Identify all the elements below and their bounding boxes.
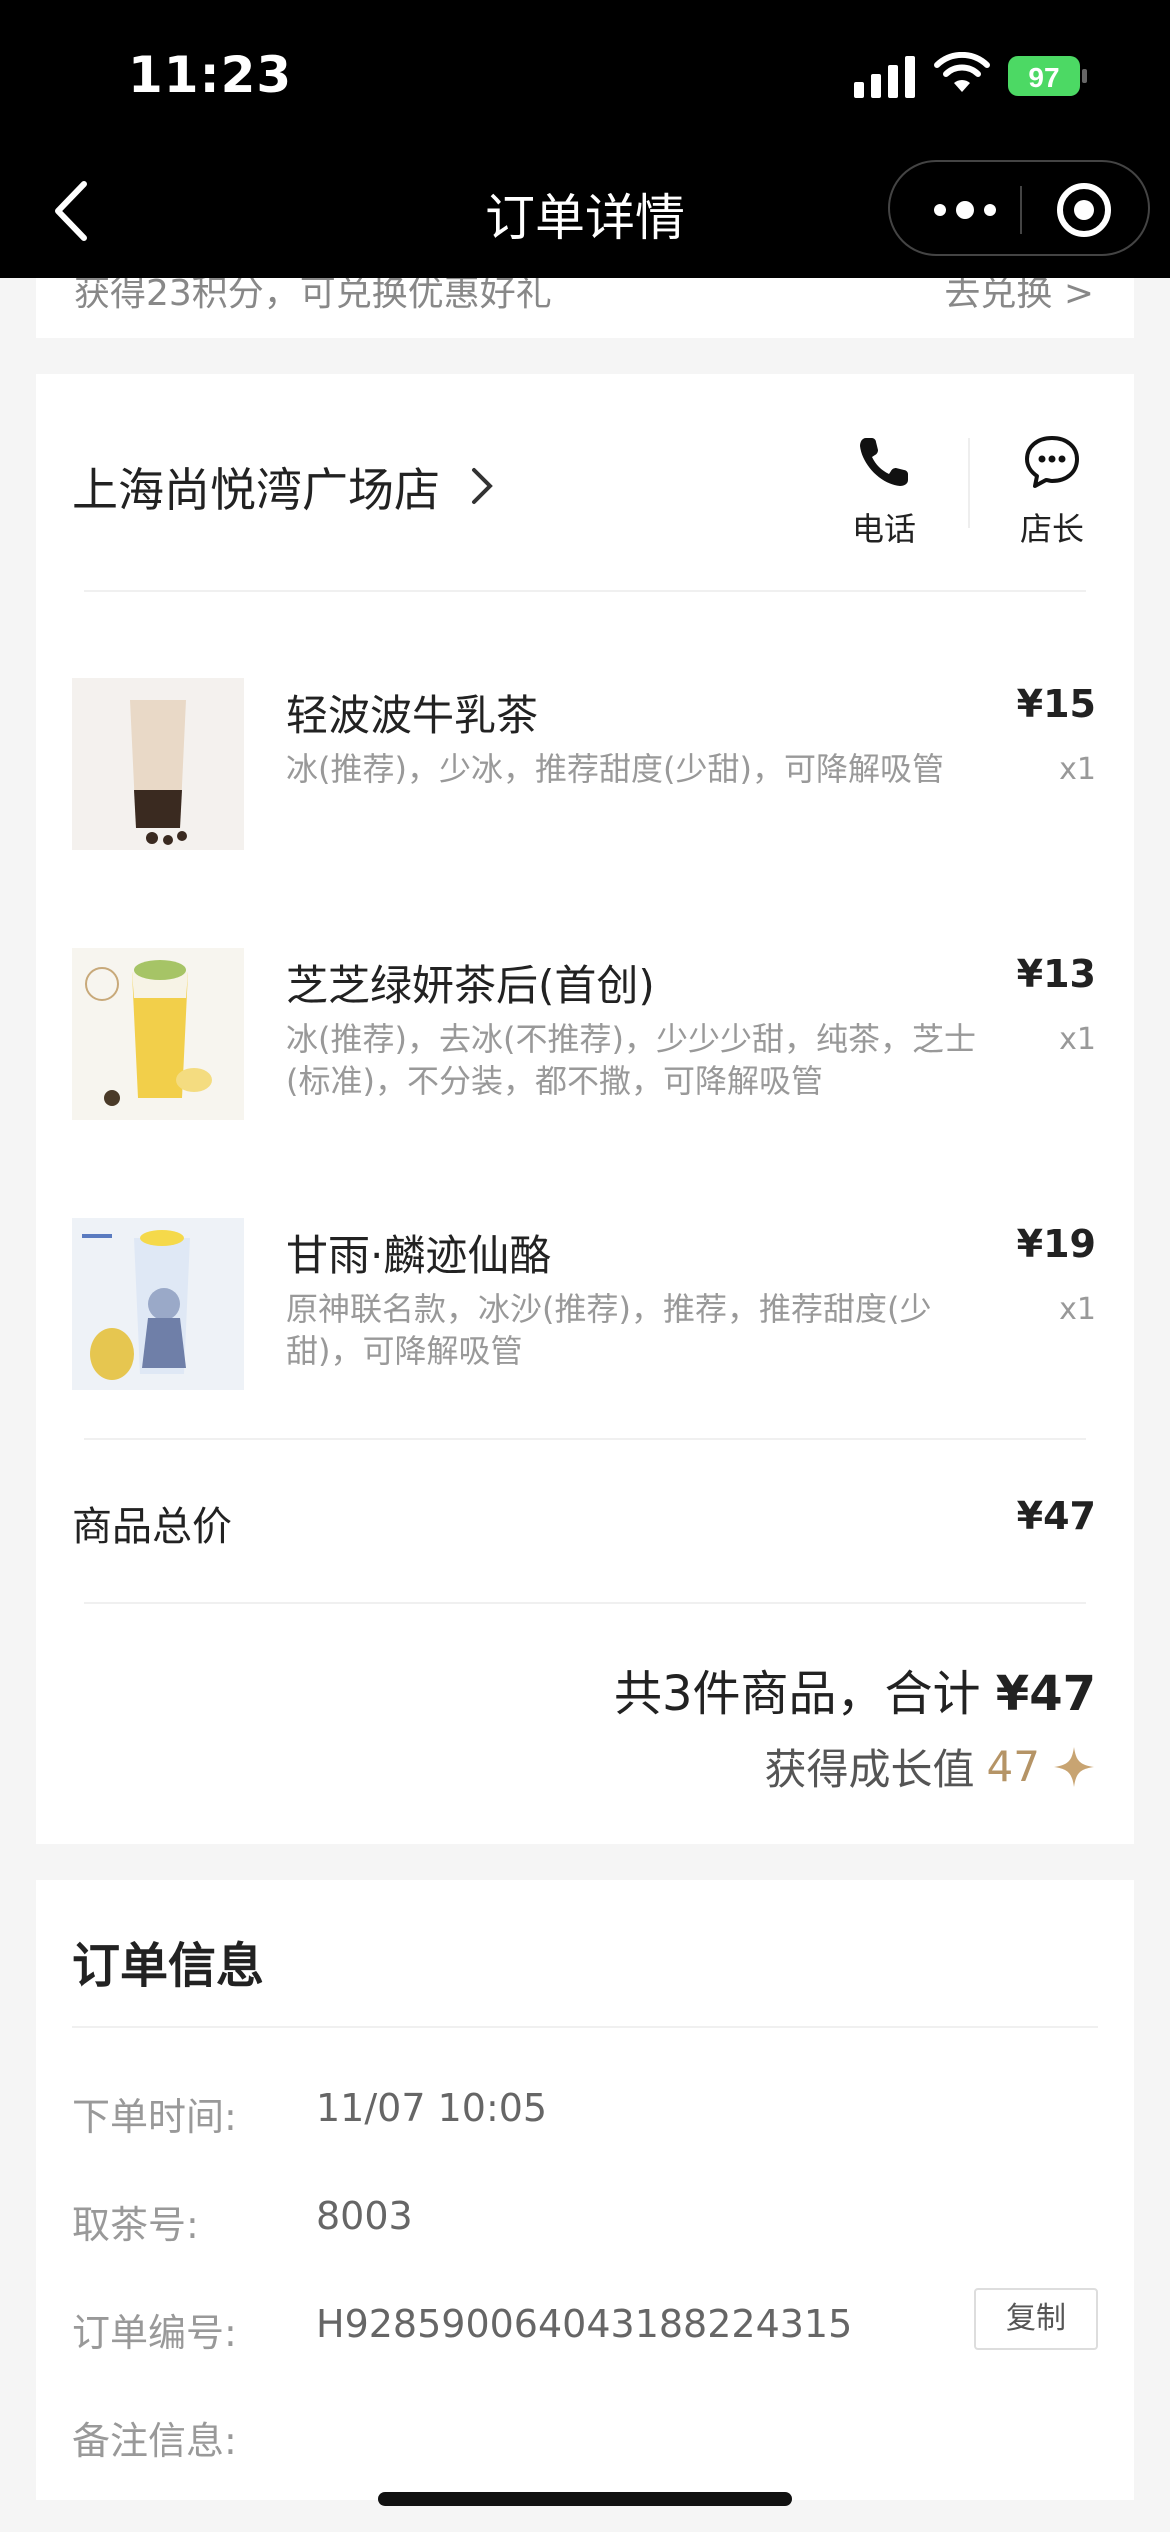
call-label: 电话 [851, 510, 916, 548]
order-items-card: 上海尚悦湾广场店 电话 店长 轻波波牛乳茶 冰(推荐)，少冰，推荐甜度(少甜)，… [36, 374, 1134, 1844]
subtotal-value: ¥47 [1016, 1494, 1096, 1538]
battery-level: 97 [1028, 62, 1059, 93]
item-qty: x1 [1059, 1022, 1096, 1057]
item-price: ¥13 [1016, 952, 1096, 996]
item-price: ¥19 [1016, 1222, 1096, 1266]
sparkle-icon [1054, 1746, 1094, 1787]
info-row-pickup-number: 取茶号: 8003 [72, 2194, 1098, 2250]
item-qty: x1 [1059, 752, 1096, 787]
order-info-title: 订单信息 [72, 1938, 265, 1994]
chevron-right-icon[interactable] [468, 466, 496, 506]
info-value: 11/07 10:05 [316, 2086, 548, 2130]
item-name: 轻波波牛乳茶 [286, 691, 539, 740]
chat-manager-button[interactable]: 店长 [1002, 434, 1102, 550]
info-label: 备注信息: [72, 2419, 237, 2463]
item-desc: 冰(推荐)，少冰，推荐甜度(少甜)，可降解吸管 [286, 750, 944, 788]
battery-icon: 97 [1008, 56, 1088, 96]
cellular-signal-icon [854, 56, 915, 98]
order-total: 共3件商品，合计 ¥47 [614, 1654, 1096, 1724]
info-row-order-number: 订单编号: H928590064043188224315 复制 [72, 2288, 1098, 2358]
divider [84, 590, 1086, 592]
divider [84, 1438, 1086, 1440]
info-label: 订单编号: [72, 2311, 237, 2355]
growth-value: 47 [986, 1742, 1040, 1791]
info-row-remark: 备注信息: [72, 2410, 1098, 2466]
copy-order-number-button[interactable]: 复制 [974, 2288, 1098, 2350]
wifi-icon [934, 52, 990, 92]
chat-icon [1025, 436, 1079, 488]
call-store-button[interactable]: 电话 [834, 434, 934, 550]
order-item[interactable]: 芝芝绿妍茶后(首创) 冰(推荐)，去冰(不推荐)，少少少甜，纯茶，芝士(标准)，… [72, 948, 1134, 1120]
capsule-divider [1020, 186, 1022, 234]
collab-drink-image [72, 1218, 244, 1390]
info-label: 下单时间: [72, 2095, 237, 2139]
info-row-order-time: 下单时间: 11/07 10:05 [72, 2086, 1098, 2142]
growth-points: 获得成长值 47 [765, 1736, 1096, 1797]
item-desc: 原神联名款，冰沙(推荐)，推荐，推荐甜度(少甜)，可降解吸管 [286, 1290, 932, 1370]
subtotal-label: 商品总价 [72, 1504, 232, 1550]
total-prefix: 共3件商品，合计 [613, 1666, 981, 1722]
more-dots-icon[interactable] [930, 192, 1000, 228]
divider [72, 2026, 1098, 2028]
item-price: ¥15 [1016, 682, 1096, 726]
milk-tea-image [72, 678, 244, 850]
phone-icon [860, 438, 908, 486]
status-time: 11:23 [128, 46, 293, 104]
total-value: ¥47 [995, 1666, 1096, 1722]
top-bar: 11:23 97 订单详情 [0, 0, 1170, 278]
order-item[interactable]: 甘雨·麟迹仙酪 原神联名款，冰沙(推荐)，推荐，推荐甜度(少甜)，可降解吸管 ¥… [72, 1218, 1134, 1390]
item-desc: 冰(推荐)，去冰(不推荐)，少少少甜，纯茶，芝士(标准)，不分装，都不撒，可降解… [286, 1020, 976, 1100]
item-name: 芝芝绿妍茶后(首创) [286, 961, 655, 1010]
growth-label: 获得成长值 [764, 1745, 975, 1794]
manager-label: 店长 [1019, 510, 1084, 548]
divider [84, 1602, 1086, 1604]
info-value: H928590064043188224315 [316, 2302, 853, 2346]
item-name: 甘雨·麟迹仙酪 [286, 1231, 552, 1280]
info-value: 8003 [316, 2194, 413, 2238]
item-qty: x1 [1059, 1292, 1096, 1327]
info-label: 取茶号: [72, 2203, 199, 2247]
order-info-card: 订单信息 下单时间: 11/07 10:05 取茶号: 8003 订单编号: H… [36, 1880, 1134, 2500]
close-miniapp-icon[interactable] [1056, 182, 1112, 238]
action-divider [968, 438, 970, 528]
store-name[interactable]: 上海尚悦湾广场店 [72, 454, 440, 520]
miniapp-capsule [888, 160, 1150, 256]
green-tea-image [72, 948, 244, 1120]
order-item[interactable]: 轻波波牛乳茶 冰(推荐)，少冰，推荐甜度(少甜)，可降解吸管 ¥15 x1 [72, 678, 1134, 850]
home-indicator[interactable] [378, 2492, 792, 2506]
